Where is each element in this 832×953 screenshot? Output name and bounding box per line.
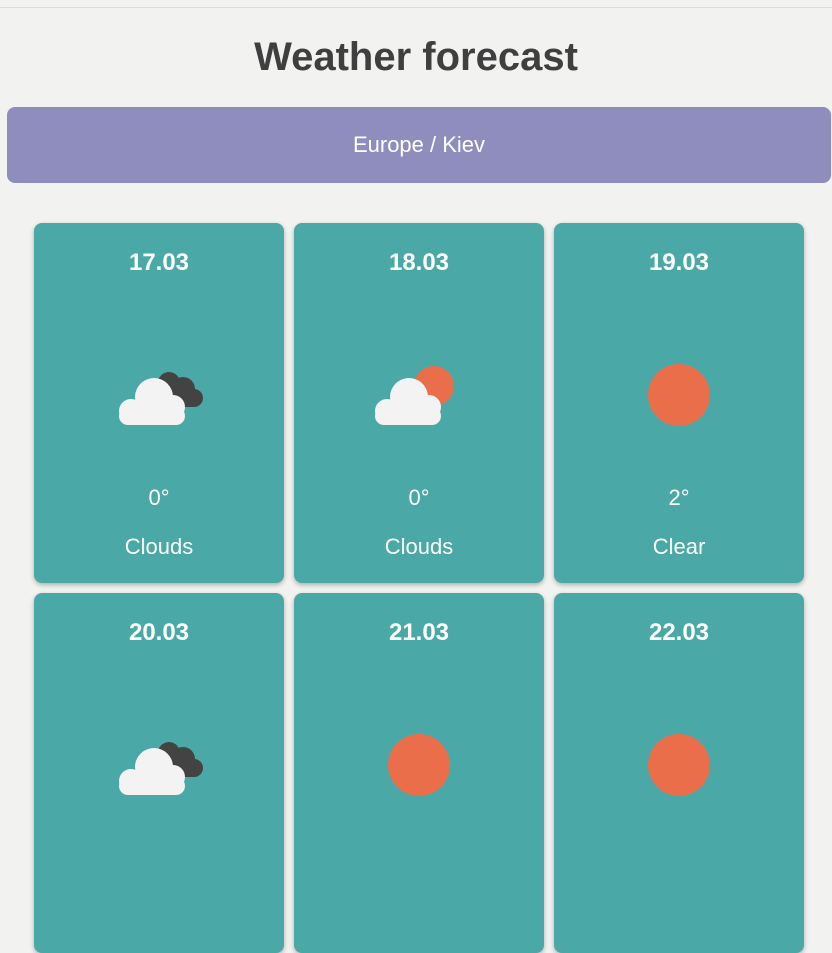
forecast-date: 18.03	[388, 249, 450, 276]
forecast-desc: Clear	[652, 534, 706, 559]
forecast-temp: 2°	[668, 485, 690, 510]
page-title: Weather forecast	[254, 35, 578, 79]
forecast-desc: Clouds	[124, 534, 194, 559]
forecast-date: 20.03	[128, 619, 190, 646]
cloud-sun-icon	[375, 366, 454, 425]
forecast-card[interactable]: 21.03	[294, 593, 544, 953]
forecast-date: 22.03	[648, 619, 710, 646]
sun-icon	[648, 364, 710, 426]
forecast-card[interactable]: 19.03 2° Clear	[554, 223, 804, 583]
forecast-date: 17.03	[128, 249, 190, 276]
location-label: Europe / Kiev	[352, 132, 486, 157]
forecast-date: 19.03	[648, 249, 710, 276]
forecast-card[interactable]: 18.03 0° Clouds	[294, 223, 544, 583]
location-bar[interactable]: Europe / Kiev	[7, 107, 831, 183]
forecast-date: 21.03	[388, 619, 450, 646]
forecast-card[interactable]: 22.03	[554, 593, 804, 953]
forecast-card[interactable]: 20.03	[34, 593, 284, 953]
forecast-card[interactable]: 17.03 0° Clouds	[34, 223, 284, 583]
forecast-temp: 0°	[148, 485, 170, 510]
sun-icon	[648, 734, 710, 796]
clouds-icon	[119, 742, 203, 795]
forecast-desc: Clouds	[384, 534, 454, 559]
forecast-temp: 0°	[408, 485, 430, 510]
top-divider	[0, 7, 832, 8]
sun-icon	[388, 734, 450, 796]
clouds-icon	[119, 372, 203, 425]
